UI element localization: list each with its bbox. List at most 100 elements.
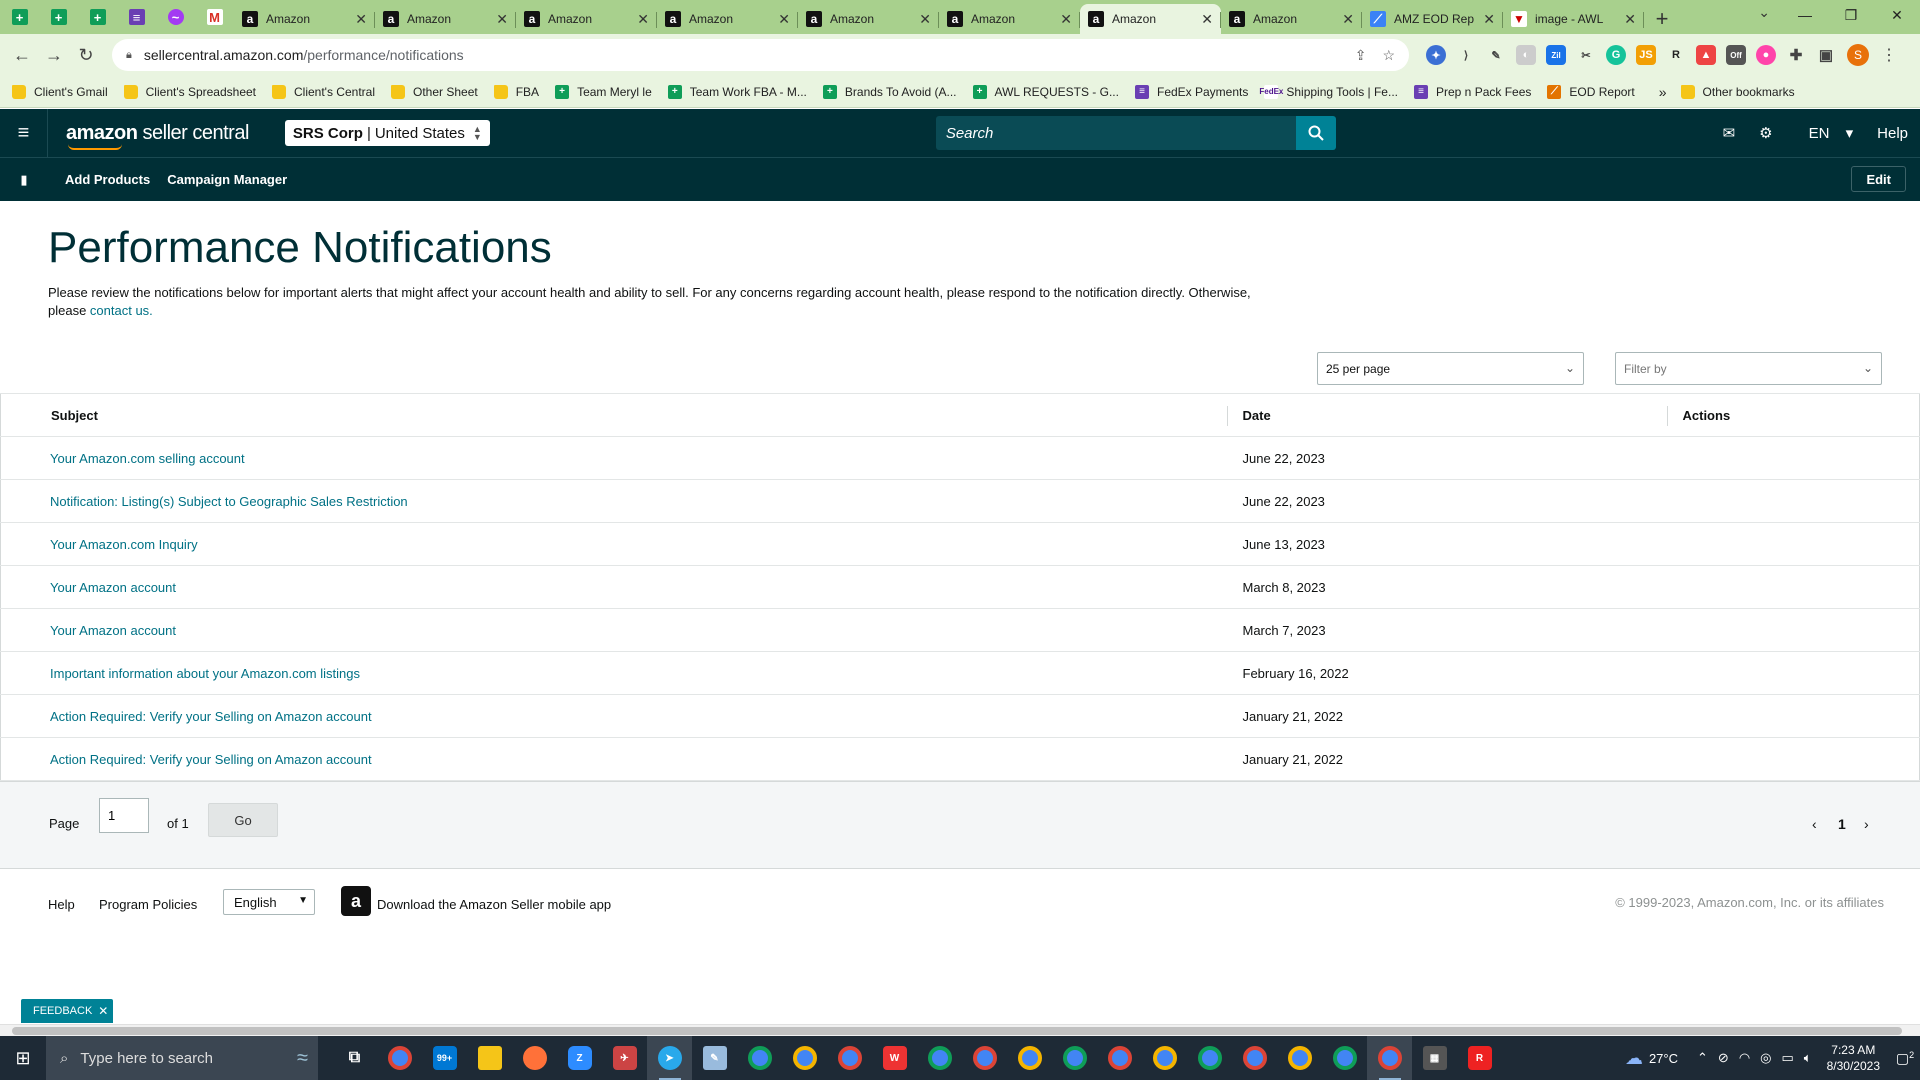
lock-icon[interactable]: 🔒︎ (126, 49, 132, 62)
contact-us-link[interactable]: contact us. (90, 303, 153, 318)
chrome-profile-icon[interactable] (962, 1036, 1007, 1080)
address-bar[interactable]: 🔒︎ sellercentral.amazon.com/performance/… (112, 39, 1409, 71)
notification-link[interactable]: Action Required: Verify your Selling on … (50, 709, 372, 724)
chrome-profile-icon[interactable] (1322, 1036, 1367, 1080)
puzzle-extensions-icon[interactable]: ✚ (1786, 45, 1806, 65)
search-icon[interactable] (1295, 116, 1336, 150)
telegram-icon[interactable]: ➤ (647, 1036, 692, 1080)
chrome-profile-icon[interactable] (1232, 1036, 1277, 1080)
footer-language-select[interactable]: English ▼ (223, 889, 315, 915)
forward-arrow-icon[interactable]: → (38, 39, 70, 71)
new-tab-button[interactable]: + (1644, 4, 1680, 34)
back-arrow-icon[interactable]: ← (6, 39, 38, 71)
previous-page-chevron-icon[interactable]: ‹ (1812, 816, 1817, 832)
filter-select[interactable]: Filter by ⌄ (1615, 352, 1882, 385)
zoom-icon[interactable]: Z (557, 1036, 602, 1080)
browser-tab[interactable]: a Amazon ✕ (234, 4, 375, 34)
column-header-subject[interactable]: Subject (0, 393, 1227, 437)
pinned-tab-forms[interactable]: ≡ (117, 0, 156, 34)
feedback-button[interactable]: FEEDBACK ✕ (21, 999, 113, 1023)
extension-icon[interactable]: ● (1756, 45, 1776, 65)
pinned-tab-sheets[interactable]: + (78, 0, 117, 34)
bookmark-item[interactable]: + Brands To Avoid (A... (822, 84, 957, 99)
close-tab-icon[interactable]: ✕ (637, 11, 649, 28)
scrollbar-thumb[interactable] (12, 1027, 1902, 1035)
next-page-chevron-icon[interactable]: › (1864, 816, 1869, 832)
horizontal-scrollbar[interactable] (0, 1024, 1920, 1036)
close-icon[interactable]: ✕ (98, 1004, 108, 1018)
extension-icon[interactable]: R (1666, 45, 1686, 65)
language-selector[interactable]: EN ▾ (1797, 124, 1854, 142)
footer-help-link[interactable]: Help (48, 897, 75, 912)
firefox-icon[interactable] (512, 1036, 557, 1080)
mail-app-icon[interactable]: 99+ (422, 1036, 467, 1080)
bookmark-item[interactable]: + Team Work FBA - M... (667, 84, 807, 99)
extension-icon[interactable]: ✦ (1426, 45, 1446, 65)
nav-link-add-products[interactable]: Add Products (65, 172, 150, 187)
bookmark-star-icon[interactable]: ☆ (1382, 47, 1395, 64)
browser-tab[interactable]: a Amazon ✕ (375, 4, 516, 34)
pinned-tab-gmail[interactable]: M (195, 0, 234, 34)
share-icon[interactable]: ⇪ (1355, 47, 1367, 64)
close-window-icon[interactable]: ✕ (1874, 0, 1920, 30)
gear-icon[interactable]: ⚙ (1759, 124, 1772, 142)
mail-icon[interactable]: ✉ (1723, 124, 1736, 142)
browser-tab[interactable]: ▼ image - AWL ✕ (1503, 4, 1644, 34)
pinned-tab-sheets[interactable]: + (39, 0, 78, 34)
restore-icon[interactable]: ❐ (1828, 0, 1874, 30)
bookmark-item[interactable]: Client's Central (272, 84, 375, 99)
file-explorer-icon[interactable] (467, 1036, 512, 1080)
bookmark-item[interactable]: Client's Gmail (12, 84, 108, 99)
chrome-profile-icon[interactable] (1187, 1036, 1232, 1080)
header-search-input[interactable] (935, 116, 1296, 150)
help-link[interactable]: Help (1877, 125, 1908, 142)
edit-nav-button[interactable]: Edit (1851, 166, 1906, 192)
bookmark-icon[interactable]: ▮ (0, 172, 48, 188)
battery-icon[interactable]: ▭ (1782, 1050, 1794, 1066)
system-clock[interactable]: 7:23 AM 8/30/2023 (1827, 1042, 1880, 1074)
pinned-tab-sheets[interactable]: + (0, 0, 39, 34)
weather-widget[interactable]: ☁ 27°C (1625, 1048, 1678, 1069)
chrome-profile-icon[interactable] (1277, 1036, 1322, 1080)
bookmark-item[interactable]: ≡ FedEx Payments (1134, 84, 1248, 99)
extension-icon[interactable]: ✂ (1576, 45, 1596, 65)
bookmark-item[interactable]: Client's Spreadsheet (123, 84, 256, 99)
footer-program-policies-link[interactable]: Program Policies (99, 897, 197, 912)
amazon-seller-app-icon[interactable]: a (341, 886, 371, 916)
bookmark-item[interactable]: + Team Meryl le (555, 84, 652, 99)
nav-link-campaign-manager[interactable]: Campaign Manager (167, 172, 287, 187)
bookmark-item[interactable]: FBA (493, 84, 539, 99)
chrome-profile-icon[interactable] (737, 1036, 782, 1080)
hamburger-menu-icon[interactable]: ≡ (0, 109, 48, 157)
side-panel-icon[interactable]: ▣ (1816, 45, 1836, 65)
volume-icon[interactable]: 🔈︎ (1804, 1050, 1812, 1066)
calculator-icon[interactable]: ▦ (1412, 1036, 1457, 1080)
notification-link[interactable]: Action Required: Verify your Selling on … (50, 752, 372, 767)
go-button[interactable]: Go (208, 803, 278, 837)
column-header-date[interactable]: Date (1226, 393, 1667, 437)
notification-link[interactable]: Notification: Listing(s) Subject to Geog… (50, 494, 408, 509)
browser-tab[interactable]: ⟋ AMZ EOD Rep ✕ (1362, 4, 1503, 34)
notification-link[interactable]: Your Amazon.com Inquiry (50, 537, 198, 552)
windows-start-icon[interactable]: ⊞ (0, 1048, 46, 1069)
notification-link[interactable]: Your Amazon.com selling account (50, 451, 245, 466)
remote-app-icon[interactable]: R (1457, 1036, 1502, 1080)
browser-tab[interactable]: a Amazon ✕ (798, 4, 939, 34)
close-tab-icon[interactable]: ✕ (1060, 11, 1072, 28)
other-bookmarks[interactable]: Other bookmarks (1680, 84, 1795, 99)
show-hidden-icons-chevron-icon[interactable]: ⌃ (1697, 1050, 1708, 1066)
chrome-icon[interactable] (377, 1036, 422, 1080)
notification-link[interactable]: Important information about your Amazon.… (50, 666, 360, 681)
notepad-icon[interactable]: ✎ (692, 1036, 737, 1080)
browser-tab[interactable]: a Amazon ✕ (657, 4, 798, 34)
reload-icon[interactable]: ↻ (70, 39, 102, 71)
bookmark-item[interactable]: ≡ Prep n Pack Fees (1414, 84, 1531, 99)
pinned-tab-messenger[interactable]: ~ (156, 0, 195, 34)
close-tab-icon[interactable]: ✕ (1201, 11, 1213, 28)
close-tab-icon[interactable]: ✕ (778, 11, 790, 28)
extension-icon[interactable]: Zil (1546, 45, 1566, 65)
bookmark-item[interactable]: FedEx Shipping Tools | Fe... (1259, 84, 1398, 99)
extension-icon[interactable]: ◐ (1516, 45, 1536, 65)
game-app-icon[interactable]: ✈ (602, 1036, 647, 1080)
notification-center-icon[interactable]: ▢ 2 (1890, 1050, 1920, 1067)
